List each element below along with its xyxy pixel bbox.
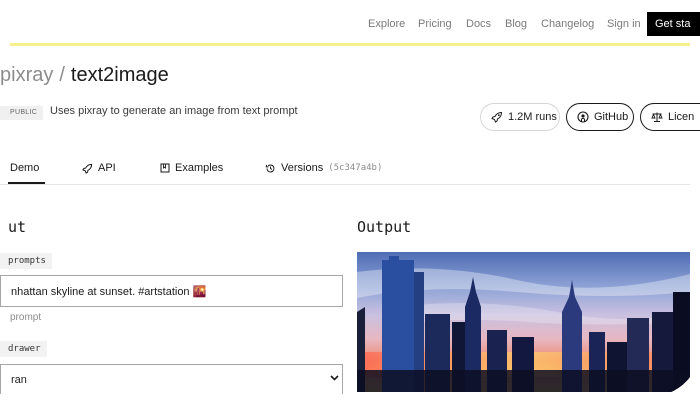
nav-link-explore[interactable]: Explore	[368, 18, 405, 30]
tab-examples[interactable]: Examples	[160, 162, 223, 174]
drawer-select[interactable]: ran	[0, 364, 343, 394]
drawer-label: drawer	[0, 341, 47, 357]
rocket-icon	[491, 111, 503, 123]
tab-demo[interactable]: Demo	[10, 162, 39, 174]
title-separator: /	[59, 64, 65, 86]
prompts-input[interactable]: nhattan skyline at sunset. #artstation 🌇	[0, 275, 343, 307]
license-label: Licen	[668, 111, 695, 123]
model-description: Uses pixray to generate an image from te…	[50, 105, 298, 117]
page-title: pixray / text2image	[0, 64, 169, 87]
nav-link-blog[interactable]: Blog	[505, 18, 527, 30]
model-owner-link[interactable]: pixray	[0, 64, 53, 86]
nav-link-pricing[interactable]: Pricing	[418, 18, 452, 30]
book-icon	[160, 163, 170, 173]
model-name: text2image	[70, 64, 169, 86]
scale-icon	[651, 112, 663, 122]
prompts-label: prompts	[0, 253, 52, 269]
tab-examples-label: Examples	[175, 162, 224, 174]
tab-demo-label: Demo	[10, 162, 40, 174]
runs-count-pill: 1.2M runs	[480, 103, 560, 131]
github-label: GitHub	[594, 111, 629, 123]
visibility-badge: PUBLIC	[0, 106, 44, 120]
nav-link-sign-in[interactable]: Sign in	[607, 18, 641, 30]
get-started-button[interactable]: Get sta	[647, 12, 700, 36]
viewport-corner	[640, 350, 700, 400]
tabs-divider	[0, 184, 690, 185]
runs-count: 1.2M runs	[508, 111, 557, 123]
chevron-down-icon	[330, 375, 339, 381]
version-hash: (5c347a4b)	[328, 163, 383, 173]
tab-versions[interactable]: Versions (5c347a4b)	[265, 162, 382, 174]
input-heading: ut	[8, 218, 27, 236]
output-heading: Output	[357, 218, 412, 236]
nav-link-docs[interactable]: Docs	[466, 18, 491, 30]
top-nav: Explore Pricing Docs Blog Changelog Sign…	[0, 0, 700, 46]
tab-api[interactable]: API	[82, 162, 116, 174]
prompts-hint: prompt	[10, 312, 42, 323]
license-button[interactable]: Licen	[640, 103, 700, 131]
nav-link-changelog[interactable]: Changelog	[541, 18, 594, 30]
github-icon	[577, 111, 589, 123]
tab-api-label: API	[98, 162, 116, 174]
tab-versions-label: Versions	[281, 162, 324, 174]
rocket-icon	[82, 163, 93, 174]
github-button[interactable]: GitHub	[566, 103, 634, 131]
history-icon	[265, 164, 275, 172]
accent-bar	[10, 43, 690, 46]
